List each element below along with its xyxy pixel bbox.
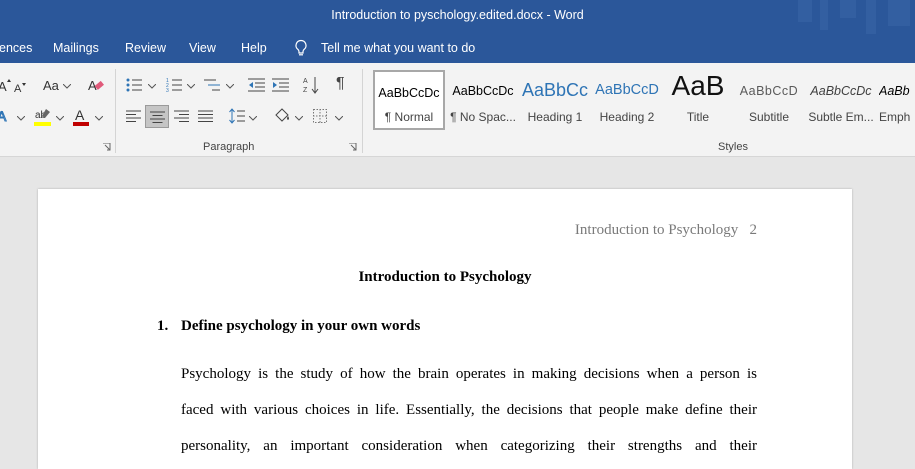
style-name: Emph	[879, 110, 911, 124]
style-sample: AaBbCcDc	[452, 84, 514, 98]
clear-formatting-icon[interactable]: A	[88, 77, 104, 93]
chevron-down-icon[interactable]	[17, 116, 25, 121]
paragraph-line: personality, an important consideration …	[181, 438, 757, 454]
numbering-icon[interactable]: 123	[166, 78, 182, 92]
style-title[interactable]: AaB Title	[663, 70, 733, 130]
style-sample: AaBbCcDc	[378, 86, 440, 100]
lightbulb-icon[interactable]	[293, 39, 309, 57]
multilevel-list-icon[interactable]	[204, 78, 220, 92]
highlighter-icon[interactable]: ab	[34, 107, 52, 127]
style-name: Title	[686, 110, 710, 124]
paragraph-line: Psychology is the study of how the brain…	[181, 366, 757, 382]
svg-text:A: A	[75, 107, 85, 123]
title-bar-pattern	[798, 0, 812, 22]
decrease-indent-icon[interactable]	[248, 78, 265, 92]
title-bar-pattern	[888, 0, 910, 26]
chevron-down-icon[interactable]	[295, 116, 303, 121]
justify-icon[interactable]	[198, 110, 213, 123]
tab-mailings[interactable]: Mailings	[53, 41, 99, 55]
paragraph-dialog-launcher-icon[interactable]	[349, 143, 357, 151]
style-heading-1[interactable]: AaBbCc Heading 1	[519, 70, 591, 130]
shading-icon[interactable]	[273, 107, 291, 125]
style-heading-2[interactable]: AaBbCcD Heading 2	[591, 70, 663, 130]
style-sample: AaBbCcD	[595, 82, 659, 98]
page-header: Introduction to Psychology 2	[575, 222, 757, 239]
style-subtle-emphasis[interactable]: AaBbCcDc Subtle Em...	[805, 70, 877, 130]
style-name: Subtitle	[748, 110, 790, 124]
header-text: Introduction to Psychology	[574, 222, 739, 238]
tab-view[interactable]: View	[189, 41, 216, 55]
list-number: 1.	[157, 318, 169, 334]
tell-me-search[interactable]: Tell me what you want to do	[321, 41, 475, 55]
align-center-button[interactable]	[145, 105, 169, 128]
chevron-down-icon[interactable]	[95, 116, 103, 121]
style-no-spacing[interactable]: AaBbCcDc ¶ No Spac...	[447, 70, 519, 130]
align-center-icon	[150, 111, 165, 123]
styles-group-label: Styles	[718, 141, 748, 153]
grow-font-icon[interactable]: A	[0, 78, 12, 92]
chevron-down-icon[interactable]	[187, 84, 195, 89]
svg-text:3: 3	[166, 88, 169, 92]
title-bar-pattern	[820, 0, 828, 30]
ribbon-tabs: ences Mailings Review View Help Tell me …	[0, 34, 915, 63]
style-sample: AaB	[671, 70, 725, 101]
title-bar-pattern	[840, 0, 856, 18]
svg-text:A: A	[0, 79, 7, 92]
style-name: ¶ Normal	[384, 110, 434, 124]
show-formatting-marks-icon[interactable]: ¶	[336, 75, 345, 93]
group-separator	[362, 69, 363, 153]
style-sample: AaBbCcD	[739, 84, 799, 98]
style-name: Heading 1	[527, 110, 583, 124]
sort-icon[interactable]: AZ	[303, 76, 319, 94]
tab-help[interactable]: Help	[241, 41, 267, 55]
align-right-icon[interactable]	[174, 110, 189, 123]
chevron-down-icon[interactable]	[148, 84, 156, 89]
increase-indent-icon[interactable]	[272, 78, 289, 92]
title-bar-pattern	[866, 0, 876, 34]
borders-icon[interactable]	[313, 109, 327, 123]
svg-text:A: A	[303, 78, 308, 85]
tab-review[interactable]: Review	[125, 41, 166, 55]
style-emphasis[interactable]: AaBb Emph	[879, 70, 915, 130]
chevron-down-icon[interactable]	[335, 116, 343, 121]
svg-text:A: A	[14, 83, 22, 93]
svg-text:Z: Z	[303, 87, 308, 94]
document-page[interactable]: Introduction to Psychology 2 Introductio…	[38, 189, 852, 469]
style-name: Subtle Em...	[808, 110, 874, 124]
svg-text:A: A	[0, 108, 7, 124]
ribbon: A A Aa A A ab A 123 A Z ¶ Paragraph AaBb…	[0, 63, 915, 157]
page-number: 2	[749, 222, 758, 238]
title-bar: Introduction to pyschology.edited.docx -…	[0, 0, 915, 34]
chevron-down-icon[interactable]	[226, 84, 234, 89]
style-subtitle[interactable]: AaBbCcD Subtitle	[733, 70, 805, 130]
style-name: ¶ No Spac...	[450, 110, 516, 124]
change-case-button[interactable]: Aa	[43, 78, 59, 93]
font-dialog-launcher-icon[interactable]	[103, 143, 111, 151]
line-spacing-icon[interactable]	[229, 108, 245, 124]
align-left-icon[interactable]	[126, 110, 141, 123]
styles-gallery: AaBbCcDc ¶ Normal AaBbCcDc ¶ No Spac... …	[371, 70, 915, 130]
style-sample: AaBbCc	[521, 80, 589, 100]
shrink-font-icon[interactable]: A	[14, 81, 28, 93]
chevron-down-icon[interactable]	[249, 116, 257, 121]
style-sample: AaBb	[879, 84, 910, 98]
font-color-icon[interactable]: A	[73, 107, 89, 127]
paragraph-line: faced with various choices in life. Esse…	[181, 402, 757, 418]
style-normal[interactable]: AaBbCcDc ¶ Normal	[373, 70, 445, 130]
chevron-down-icon[interactable]	[63, 84, 71, 89]
document-title: Introduction to Psychology	[358, 269, 532, 285]
paragraph-group-label: Paragraph	[203, 141, 255, 153]
list-heading: Define psychology in your own words	[181, 318, 421, 334]
tab-references[interactable]: ences	[0, 41, 32, 55]
bullets-icon[interactable]	[126, 78, 142, 92]
style-name: Heading 2	[599, 110, 655, 124]
style-sample: AaBbCcDc	[810, 84, 872, 98]
window-title: Introduction to pyschology.edited.docx -…	[331, 8, 584, 22]
group-separator	[115, 69, 116, 153]
text-effects-icon[interactable]: A	[0, 108, 11, 124]
chevron-down-icon[interactable]	[56, 116, 64, 121]
